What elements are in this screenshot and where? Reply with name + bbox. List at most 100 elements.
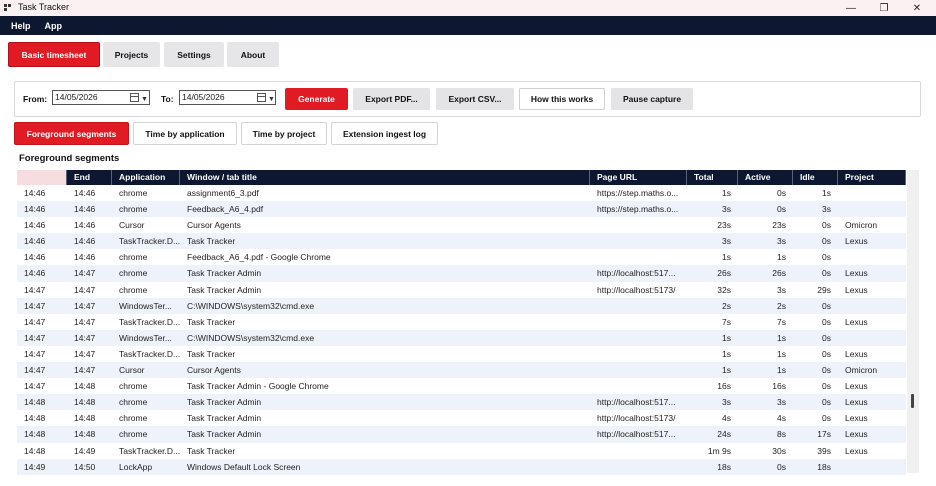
application-cell: Cursor — [119, 365, 145, 376]
total-cell: 18s — [717, 461, 731, 472]
table-row[interactable]: 14:48 14:48 chrome Task Tracker Admin http:/… — [17, 410, 906, 426]
app-icon — [4, 4, 12, 12]
total-cell: 2s — [722, 300, 731, 311]
start-cell: 14:48 — [24, 429, 46, 440]
end-cell: 14:46 — [74, 252, 96, 263]
minimize-button[interactable]: — — [834, 0, 868, 16]
total-cell: 4s — [722, 413, 731, 424]
idle-cell: 3s — [822, 204, 831, 215]
total-cell: 1s — [722, 188, 731, 198]
idle-cell: 0s — [822, 220, 831, 231]
table-row[interactable]: 14:48 14:49 TaskTracker.D... Task Tracker 1m… — [17, 443, 906, 459]
table-row[interactable]: 14:47 14:47 Cursor Cursor Agents 1s 1s 0s Omicr… — [17, 362, 906, 379]
maximize-icon: ❐ — [879, 2, 889, 14]
application-cell: chrome — [119, 397, 148, 408]
page-url-cell: http://localhost:517... — [597, 429, 676, 440]
table-row[interactable]: 14:46 14:46 chrome Feedback_A6_4.pdf - Goog… — [17, 249, 906, 265]
idle-cell: 0s — [822, 316, 831, 327]
project-cell — [838, 459, 906, 475]
column-header-application[interactable]: Application — [112, 170, 180, 185]
subtab-extension-ingest-log[interactable]: Extension ingest log — [331, 122, 438, 145]
application-cell: TaskTracker.D... — [119, 236, 180, 247]
end-cell: 14:47 — [74, 332, 96, 343]
project-cell: Lexus — [845, 268, 868, 279]
generate-button[interactable]: Generate — [285, 88, 348, 110]
start-cell: 14:49 — [24, 461, 46, 472]
active-cell: 7s — [777, 316, 786, 327]
subtab-foreground-segments[interactable]: Foreground segments — [14, 122, 129, 145]
how-this-works-button[interactable]: How this works — [519, 88, 605, 110]
scrollbar-thumb[interactable] — [911, 394, 914, 408]
table-row[interactable]: 14:47 14:48 chrome Task Tracker Admin - Goo… — [17, 378, 906, 394]
pause-capture-button[interactable]: Pause capture — [611, 88, 693, 110]
chevron-down-icon: ▼ — [141, 96, 148, 103]
table-row[interactable]: 14:47 14:47 WindowsTer... C:\WINDOWS\system… — [17, 329, 906, 346]
column-header-page-url[interactable]: Page URL — [590, 170, 687, 185]
page-url-cell: http://localhost:5173/ — [597, 284, 676, 295]
table-row[interactable]: 14:48 14:48 chrome Task Tracker Admin http:/… — [17, 394, 906, 411]
page-url-cell: http://localhost:517... — [597, 397, 676, 408]
application-cell: chrome — [119, 381, 148, 392]
page-url-cell — [590, 233, 687, 249]
end-cell: 14:47 — [74, 316, 96, 327]
table-row[interactable]: 14:46 14:46 chrome Feedback_A6_4.pdf https:/… — [17, 201, 906, 218]
vertical-scrollbar[interactable] — [907, 170, 919, 473]
project-cell: Lexus — [845, 348, 868, 359]
tab-about[interactable]: About — [227, 42, 279, 67]
application-cell: TaskTracker.D... — [119, 316, 180, 327]
start-cell: 14:47 — [24, 300, 46, 311]
idle-cell: 0s — [822, 236, 831, 247]
window-title-cell: Task Tracker Admin — [187, 413, 262, 424]
table-row[interactable]: 14:46 14:46 chrome assignment6_3.pdf https:/… — [17, 185, 906, 201]
tab-projects[interactable]: Projects — [103, 42, 160, 67]
end-cell: 14:47 — [74, 365, 96, 376]
from-date-picker[interactable]: 14/05/2026 ▼ — [52, 90, 150, 105]
total-cell: 23s — [717, 220, 731, 231]
application-cell: WindowsTer... — [119, 300, 172, 311]
to-date-picker[interactable]: 14/05/2026 ▼ — [179, 90, 276, 105]
table-row[interactable]: 14:47 14:47 chrome Task Tracker Admin http:/… — [17, 282, 906, 298]
column-header-start[interactable]: Start — [17, 170, 67, 185]
application-cell: Cursor — [119, 220, 145, 231]
tab-settings[interactable]: Settings — [164, 42, 224, 67]
table-row[interactable]: 14:46 14:47 chrome Task Tracker Admin http:/… — [17, 265, 906, 282]
end-cell: 14:46 — [74, 236, 96, 247]
close-button[interactable]: ✕ — [900, 0, 934, 16]
active-cell: 16s — [772, 381, 786, 392]
table-row[interactable]: 14:46 14:46 TaskTracker.D... Task Tracker 3s… — [17, 233, 906, 250]
column-header-end[interactable]: End — [67, 170, 112, 185]
subtab-time-by-project[interactable]: Time by project — [241, 122, 327, 145]
subtab-time-by-application[interactable]: Time by application — [133, 122, 237, 145]
idle-cell: 0s — [822, 348, 831, 359]
column-header-project[interactable]: Project — [838, 170, 906, 185]
maximize-button[interactable]: ❐ — [867, 0, 901, 16]
active-cell: 4s — [777, 413, 786, 424]
export-pdf-button[interactable]: Export PDF... — [353, 88, 430, 110]
start-cell: 14:46 — [24, 220, 46, 231]
application-cell: chrome — [119, 204, 148, 215]
column-header-window-title[interactable]: Window / tab title — [180, 170, 590, 185]
window-title-cell: Task Tracker — [187, 316, 236, 327]
table-row[interactable]: 14:47 14:47 TaskTracker.D... Task Tracker 7s… — [17, 314, 906, 330]
start-cell: 14:47 — [24, 348, 46, 359]
menu-help[interactable]: Help — [11, 21, 31, 31]
chevron-down-icon: ▼ — [268, 96, 275, 103]
project-cell — [838, 185, 906, 201]
total-cell: 1s — [722, 348, 731, 359]
table-row[interactable]: 14:46 14:46 Cursor Cursor Agents 23s 23s 0s Omi… — [17, 217, 906, 233]
menu-app[interactable]: App — [45, 21, 63, 31]
column-header-idle[interactable]: Idle — [793, 170, 838, 185]
column-header-active[interactable]: Active — [738, 170, 793, 185]
export-csv-button[interactable]: Export CSV... — [436, 88, 514, 110]
project-cell — [838, 201, 906, 217]
tab-basic-timesheet[interactable]: Basic timesheet — [8, 42, 100, 67]
end-cell: 14:48 — [74, 381, 96, 392]
table-row[interactable]: 14:49 14:50 LockApp Windows Default Lock Sc… — [17, 458, 906, 475]
table-row[interactable]: 14:47 14:47 WindowsTer... C:\WINDOWS\system… — [17, 297, 906, 314]
table-row[interactable]: 14:47 14:47 TaskTracker.D... Task Tracker 1s… — [17, 346, 906, 362]
table-row[interactable]: 14:48 14:48 chrome Task Tracker Admin http:/… — [17, 426, 906, 443]
project-cell: Lexus — [845, 284, 868, 295]
idle-cell: 39s — [817, 445, 831, 456]
column-header-total[interactable]: Total — [687, 170, 738, 185]
page-url-cell — [590, 330, 687, 346]
